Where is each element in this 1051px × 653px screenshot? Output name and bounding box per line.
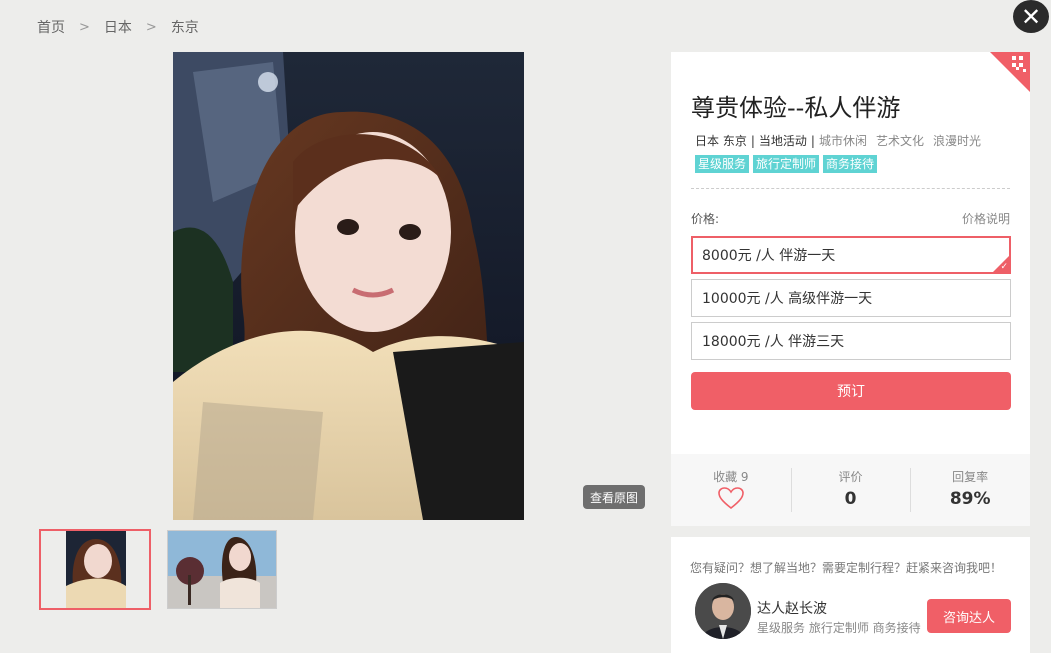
price-option-label: 8000元 /人 伴游一天 — [702, 248, 836, 264]
rating-value: 0 — [844, 489, 857, 509]
stats-bar: 收藏 9 评价 0 回复率 89% — [671, 454, 1030, 526]
tag: 星级服务 — [695, 155, 750, 173]
close-button[interactable]: ✕ — [1013, 0, 1049, 33]
tag: 旅行定制师 — [753, 155, 820, 173]
divider — [691, 188, 1010, 189]
book-button[interactable]: 预订 — [691, 372, 1011, 410]
thumbnail-image — [168, 531, 276, 608]
thumbnail-2[interactable] — [167, 530, 277, 609]
divider: | — [750, 133, 755, 148]
reply-rate-stat: 回复率 89% — [910, 468, 1030, 512]
product-panel: 尊贵体验--私人伴游 日本 东京 | 当地活动 | 城市休闲 艺术文化 浪漫时光… — [671, 52, 1030, 454]
rating-stat: 评价 0 — [790, 468, 911, 512]
consult-panel: 您有疑问？想了解当地？需要定制行程？赶紧来咨询我吧！ 达人赵长波 星级服务 旅行… — [671, 537, 1030, 653]
portrait-image — [173, 52, 524, 520]
subcategory: 城市休闲 — [818, 134, 867, 148]
product-meta: 日本 东京 | 当地活动 | 城市休闲 艺术文化 浪漫时光 — [695, 132, 990, 149]
consult-prompt: 您有疑问？想了解当地？需要定制行程？赶紧来咨询我吧！ — [690, 561, 1003, 575]
price-option-2[interactable]: 10000元 /人 高级伴游一天 — [691, 279, 1011, 317]
expert-name: 达人赵长波 — [757, 601, 827, 617]
view-original-button[interactable]: 查看原图 — [583, 485, 645, 509]
price-option-1[interactable]: 8000元 /人 伴游一天 ✓ — [691, 236, 1011, 274]
expert-tags: 星级服务 旅行定制师 商务接待 — [757, 621, 921, 635]
qrcode-icon[interactable] — [990, 52, 1030, 92]
tag-list: 星级服务 旅行定制师 商务接待 — [695, 155, 878, 173]
avatar-image — [695, 583, 751, 639]
avatar[interactable] — [695, 583, 751, 639]
favorite-stat[interactable]: 收藏 9 — [671, 468, 791, 512]
heart-icon[interactable] — [717, 486, 745, 510]
check-icon: ✓ — [1000, 262, 1008, 272]
favorites-label: 收藏 9 — [713, 470, 749, 484]
main-photo — [173, 52, 524, 520]
reply-rate-label: 回复率 — [952, 470, 989, 484]
divider: | — [810, 133, 815, 148]
product-title: 尊贵体验--私人伴游 — [691, 94, 901, 122]
subcategory: 艺术文化 — [875, 134, 924, 148]
thumbnail-image — [41, 531, 149, 608]
thumbnail-1[interactable] — [39, 529, 151, 610]
price-option-label: 10000元 /人 高级伴游一天 — [702, 291, 873, 307]
close-icon: ✕ — [1020, 2, 1042, 31]
price-option-3[interactable]: 18000元 /人 伴游三天 — [691, 322, 1011, 360]
rating-label: 评价 — [838, 470, 863, 484]
breadcrumb-home[interactable]: 首页 — [37, 17, 65, 37]
tag: 商务接待 — [823, 155, 878, 173]
price-option-label: 18000元 /人 伴游三天 — [702, 334, 845, 350]
consult-expert-button[interactable]: 咨询达人 — [927, 599, 1011, 633]
breadcrumb-tokyo[interactable]: 东京 — [171, 17, 199, 37]
subcategory: 浪漫时光 — [932, 134, 981, 148]
category: 当地活动 — [758, 134, 807, 148]
breadcrumb-japan[interactable]: 日本 — [104, 17, 132, 37]
price-note-link[interactable]: 价格说明 — [962, 210, 1010, 227]
reply-rate-value: 89% — [949, 489, 991, 509]
price-label: 价格: — [691, 212, 720, 226]
breadcrumb: 首页 > 日本 > 东京 — [37, 17, 199, 37]
chevron-right-icon: > — [79, 19, 90, 35]
location: 日本 东京 — [695, 134, 747, 148]
chevron-right-icon: > — [145, 19, 157, 35]
